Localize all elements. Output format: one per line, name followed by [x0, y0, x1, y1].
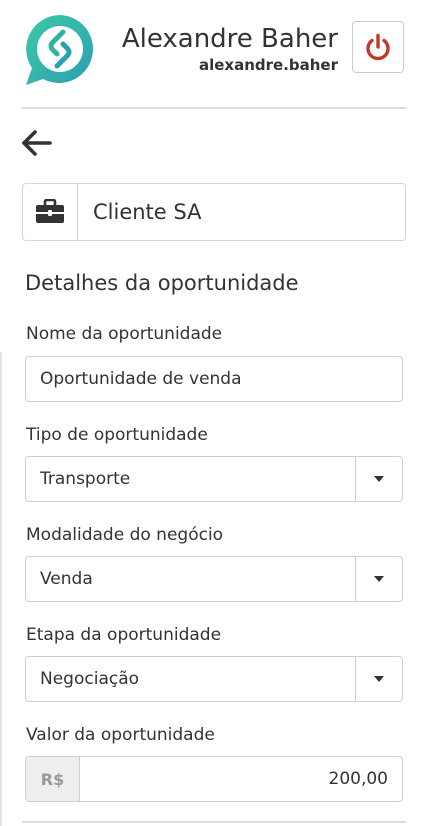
opportunity-type-label: Tipo de oportunidade — [26, 425, 208, 445]
dropdown-toggle[interactable] — [355, 557, 402, 601]
business-modality-value: Venda — [40, 569, 93, 589]
client-name: Cliente SA — [93, 200, 202, 224]
back-button[interactable] — [20, 128, 54, 158]
footer-divider — [22, 821, 406, 823]
opportunity-type-value: Transporte — [40, 469, 131, 489]
currency-prefix: R$ — [26, 757, 80, 801]
client-icon-cell — [23, 184, 78, 240]
business-modality-select[interactable]: Venda — [25, 556, 403, 602]
power-icon — [366, 33, 390, 61]
dropdown-toggle[interactable] — [355, 457, 402, 501]
opportunity-amount-input[interactable]: R$ 200,00 — [25, 756, 403, 802]
opportunity-amount-value: 200,00 — [328, 769, 388, 789]
user-name: Alexandre Baher — [121, 24, 338, 54]
logout-button[interactable] — [352, 21, 404, 73]
briefcase-icon — [36, 199, 64, 223]
client-display[interactable]: Cliente SA — [22, 183, 406, 241]
caret-down-icon — [374, 476, 384, 482]
caret-down-icon — [374, 676, 384, 682]
opportunity-stage-label: Etapa da oportunidade — [26, 625, 222, 645]
user-info: Alexandre Baher alexandre.baher — [122, 22, 338, 74]
header-divider — [22, 107, 406, 109]
app-header: Alexandre Baher alexandre.baher — [0, 0, 425, 108]
caret-down-icon — [374, 576, 384, 582]
opportunity-name-value: Oportunidade de venda — [40, 369, 242, 389]
opportunity-name-label: Nome da oportunidade — [26, 324, 223, 344]
opportunity-stage-select[interactable]: Negociação — [25, 656, 403, 702]
left-edge-rule — [0, 352, 2, 826]
opportunity-stage-value: Negociação — [40, 669, 140, 689]
dropdown-toggle[interactable] — [355, 657, 402, 701]
opportunity-name-input[interactable]: Oportunidade de venda — [25, 356, 403, 402]
opportunity-amount-label: Valor da oportunidade — [26, 725, 215, 745]
business-modality-label: Modalidade do negócio — [26, 525, 224, 545]
opportunity-type-select[interactable]: Transporte — [25, 456, 403, 502]
section-title: Detalhes da oportunidade — [25, 271, 299, 295]
user-login: alexandre.baher — [198, 56, 338, 74]
arrow-left-icon — [22, 130, 52, 156]
whatsapp-logo-icon — [22, 12, 98, 88]
